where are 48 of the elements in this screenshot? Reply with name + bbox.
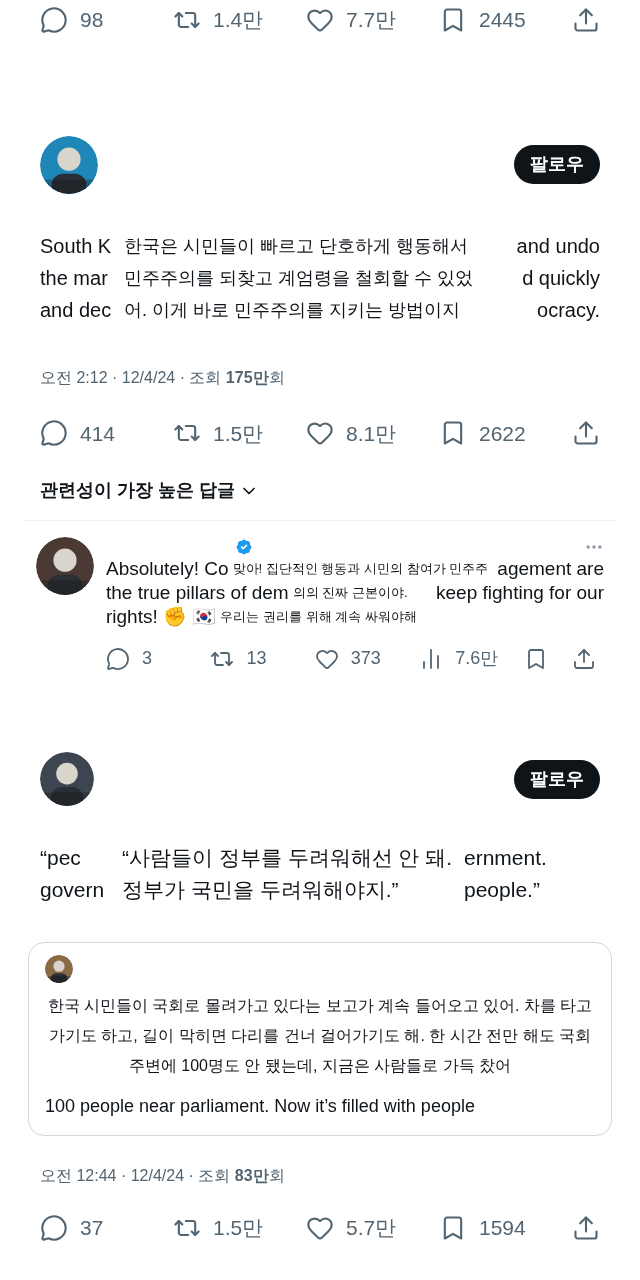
share-icon[interactable] xyxy=(571,646,596,671)
stat-count: 373 xyxy=(350,647,381,670)
post-text: and undo xyxy=(516,233,600,259)
stat-count: 2445 xyxy=(479,7,526,33)
share-icon[interactable] xyxy=(572,419,600,448)
follow-button[interactable]: 팔로우 xyxy=(514,759,600,799)
reply-icon[interactable] xyxy=(40,419,68,448)
translation-overlay: 한국 시민들이 국회로 몰려가고 있다는 보고가 계속 들어오고 있어. 차를 타고 가기도 하고, 길이 막히면 다리를 건너 걸어가기도 해. 한 시간 전만 해도 국회 주변에 100명도 안 됐는데, 지금은 사람들로 가득 찼어 xyxy=(46,996,594,1076)
stat-count: 37 xyxy=(80,1215,104,1241)
stat-count: 98 xyxy=(80,7,104,33)
post-text: govern xyxy=(40,877,106,903)
quote-card[interactable]: 한국 시민들이 국회로 몰려가고 있다는 보고가 계속 들어오고 있어. 차를 타고 가기도 하고, 길이 막히면 다리를 건너 걸어가기도 해. 한 시간 전만 해도 국회 주변에 100명도 안 됐는데, 지금은 사람들로 가득 찼어 100 people near parliament. Now it’s filled with people xyxy=(28,942,612,1136)
reply-text: the true pillars of dem xyxy=(106,581,289,605)
post-text: ernment. xyxy=(464,845,547,871)
reply-text: rights! ✊ 🇰🇷 xyxy=(106,605,217,629)
stat-count: 13 xyxy=(246,647,267,670)
translation-overlay: 정부가 국민을 두려워해야지.” xyxy=(122,877,400,903)
follow-button[interactable]: 팔로우 xyxy=(514,145,600,184)
stat-count: 414 xyxy=(80,420,116,447)
quote-text: 100 people near parliament. Now it’s filled with people xyxy=(45,1095,476,1118)
translation-overlay: “사람들이 정부를 두려워해선 안 돼. xyxy=(122,845,452,871)
stat-count: 2622 xyxy=(479,420,526,447)
stat-count: 7.6만 xyxy=(455,647,499,670)
reply-text: Absolutely! Co xyxy=(106,557,229,581)
stat-count: 5.7만 xyxy=(346,1215,397,1241)
reply-text: agement are xyxy=(497,557,604,581)
verified-icon xyxy=(234,537,254,557)
stat-count: 8.1만 xyxy=(346,420,397,447)
replies-sort-dropdown[interactable]: 관련성이 가장 높은 답글 xyxy=(40,477,259,504)
post-text: people.” xyxy=(464,877,540,903)
stat-count: 7.7만 xyxy=(346,7,397,33)
post-meta: 오전 12:44 · 12/4/24 · 조회 83만회 xyxy=(40,1166,286,1186)
stat-count: 1594 xyxy=(479,1215,526,1241)
post-text: ocracy. xyxy=(537,297,600,323)
post-text: “pec xyxy=(40,845,82,871)
reply-icon[interactable] xyxy=(40,5,68,34)
post-text: South K xyxy=(40,233,113,259)
stat-count: 1.5만 xyxy=(213,1215,264,1241)
stat-count: 1.5만 xyxy=(213,420,264,447)
reply-icon[interactable] xyxy=(106,646,130,671)
post-text: d quickly xyxy=(522,265,600,291)
post-text: and dec xyxy=(40,297,113,323)
reply-text: keep fighting for our xyxy=(436,581,604,605)
reply-icon[interactable] xyxy=(40,1213,68,1242)
post-text: the mar xyxy=(40,265,109,291)
stat-count: 3 xyxy=(142,647,152,670)
stat-count: 1.4만 xyxy=(213,7,264,33)
post-meta: 오전 2:12 · 12/4/24 · 조회 175만회 xyxy=(40,367,286,388)
